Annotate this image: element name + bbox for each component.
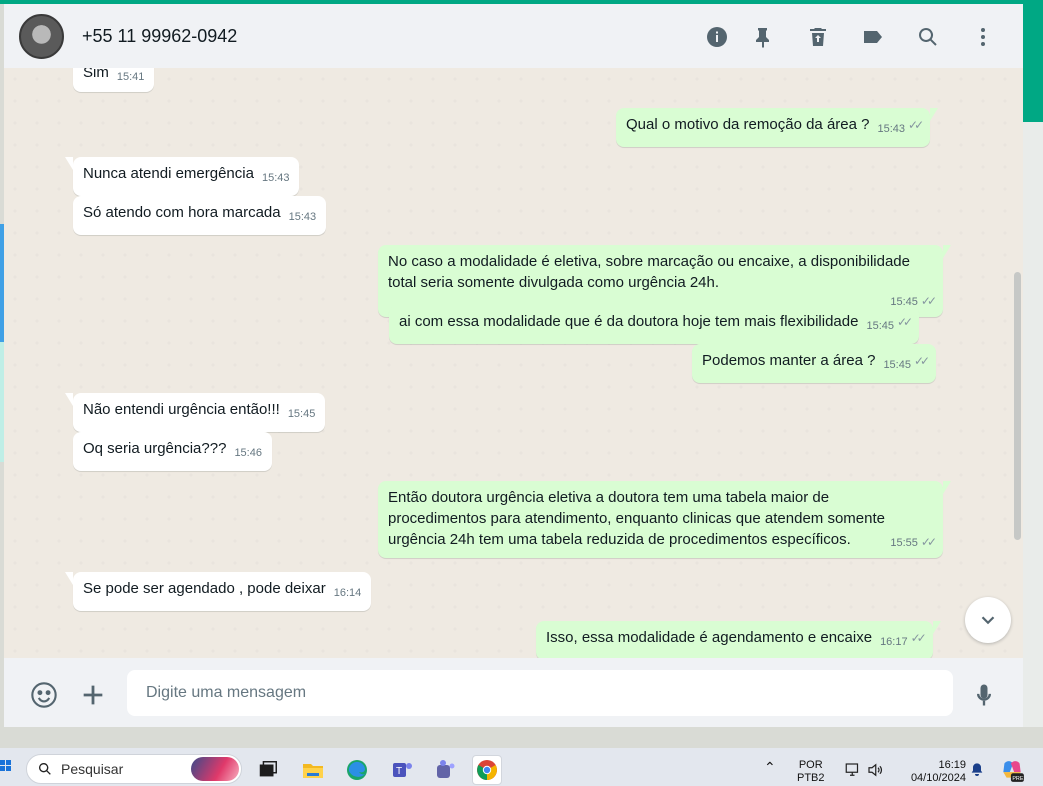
message-in[interactable]: Oq seria urgência??? 15:46 [73,432,272,471]
message-time: 15:46 [234,447,262,459]
message-text: Não entendi urgência então!!! [83,401,280,418]
message-input[interactable] [127,670,953,716]
taskbar-search[interactable]: Pesquisar [26,754,242,784]
message-time: 15:45 [866,320,894,332]
message-out[interactable]: Qual o motivo da remoção da área ? 15:43 ✓… [616,108,939,147]
taskbar-search-label: Pesquisar [61,761,124,777]
message-in[interactable]: Só atendo com hora marcada 15:43 [73,196,327,235]
message-out[interactable]: Podemos manter a área ? 15:45 ✓✓ [692,344,937,383]
info-icon[interactable] [704,24,730,50]
attach-plus-icon[interactable] [78,680,108,710]
message-text: Qual o motivo da remoção da área ? [626,116,870,133]
label-icon[interactable] [860,24,886,50]
pin-icon[interactable] [750,24,776,50]
read-ticks-icon: ✓✓ [910,631,927,645]
clock-date: 04/10/2024 [910,772,966,784]
message-out[interactable]: Então doutora urgência eletiva a doutora… [378,481,951,558]
message-text: Podemos manter a área ? [702,352,876,369]
edge-browser-icon[interactable] [342,755,372,785]
composer-bar [4,658,1023,727]
notification-bell-icon[interactable] [962,755,992,785]
message-list[interactable]: Sim 15:41 Qual o motivo da remoção da áre… [4,68,1023,658]
message-time: 15:43 [288,211,317,223]
whatsapp-chat-window: +55 11 99962-0942 Sim 15:41 Qual o motivo… [4,4,1023,727]
message-time: 15:45 [883,359,911,371]
svg-text:T: T [396,766,402,777]
volume-icon[interactable] [860,755,890,785]
contact-avatar[interactable] [19,14,64,59]
message-time: 16:17 [880,636,908,648]
start-button[interactable] [0,760,12,782]
windows-taskbar: Pesquisar T ⌃ POR PTB2 16:19 04/10/2024 … [0,748,1043,786]
read-ticks-icon: ✓✓ [920,535,937,549]
copilot-badge: PRE [1012,776,1024,782]
microphone-icon[interactable] [969,680,999,710]
teams-icon[interactable] [430,755,460,785]
message-time: 15:55 [890,537,918,549]
taskbar-clock[interactable]: 16:19 04/10/2024 [896,759,966,785]
message-text: ai com essa modalidade que é da doutora … [399,313,859,330]
message-text: Oq seria urgência??? [83,440,227,457]
message-out[interactable]: Isso, essa modalidade é agendamento e en… [536,621,941,658]
message-out[interactable]: ai com essa modalidade que é da doutora … [389,305,920,344]
message-time: 16:14 [333,587,362,599]
background-window-edge-pale [1023,122,1043,727]
message-text: Isso, essa modalidade é agendamento e en… [546,629,873,646]
file-explorer-icon[interactable] [298,755,328,785]
read-ticks-icon: ✓✓ [913,354,930,368]
message-text: Se pode ser agendado , pode deixar [83,580,326,597]
emoji-icon[interactable] [29,680,59,710]
message-time: 15:43 [877,123,906,135]
background-window-edge [1023,0,1043,122]
message-in[interactable]: Sim 15:41 [73,68,155,92]
message-in[interactable]: Não entendi urgência então!!! 15:45 [64,393,326,432]
read-ticks-icon: ✓✓ [920,294,937,308]
language-code: POR [798,759,823,771]
tray-overflow-icon[interactable]: ⌃ [764,760,776,774]
scroll-to-bottom-button[interactable] [965,597,1011,643]
message-text: Sim [83,68,109,81]
message-time: 15:41 [116,71,145,83]
chevron-down-icon [981,616,995,625]
chat-scrollbar[interactable] [1014,272,1021,540]
keyboard-layout: PTB2 [797,772,825,784]
chrome-browser-icon[interactable] [472,755,502,785]
contact-name[interactable]: +55 11 99962-0942 [82,26,237,47]
copilot-icon[interactable]: PRE [997,755,1027,785]
delete-icon[interactable] [805,24,831,50]
message-time: 15:45 [287,408,316,420]
clock-time: 16:19 [938,759,966,771]
teams-work-icon[interactable]: T [387,755,417,785]
message-text: Só atendo com hora marcada [83,204,281,221]
task-view-icon[interactable] [253,755,283,785]
message-text: Então doutora urgência eletiva a doutora… [388,489,885,548]
input-language[interactable]: POR PTB2 [797,759,825,785]
search-icon[interactable] [915,24,941,50]
message-time: 15:43 [261,172,290,184]
read-ticks-icon: ✓✓ [908,118,924,132]
message-in[interactable]: Se pode ser agendado , pode deixar 16:14 [64,572,372,611]
search-highlight-image [191,757,239,781]
menu-icon[interactable] [970,24,996,50]
chat-header: +55 11 99962-0942 [4,4,1023,68]
read-ticks-icon: ✓✓ [896,315,913,329]
search-icon [39,763,51,775]
message-text: Nunca atendi emergência [83,165,254,182]
message-in[interactable]: Nunca atendi emergência 15:43 [64,157,300,196]
message-text: No caso a modalidade é eletiva, sobre ma… [388,253,910,291]
